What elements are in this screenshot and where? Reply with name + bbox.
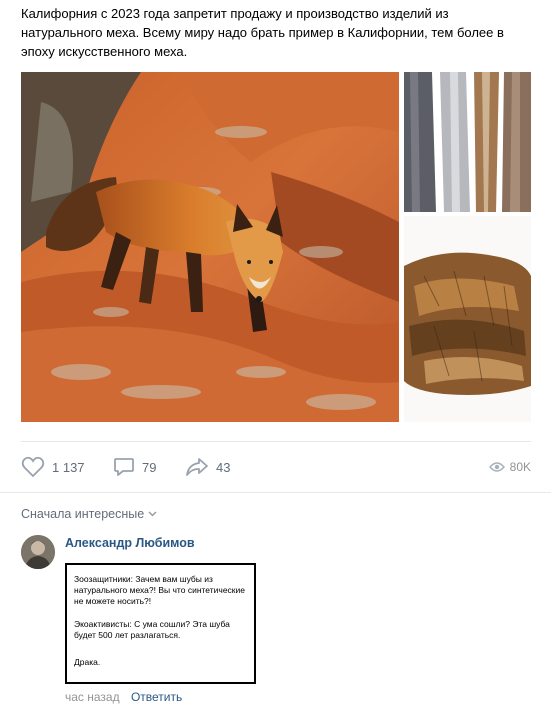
share-arrow-icon (186, 458, 208, 476)
comment-meme-image[interactable]: Зоозащитники: Зачем вам шубы из натураль… (65, 563, 256, 684)
views-counter: 80K (488, 455, 531, 479)
comment-count: 79 (142, 459, 157, 475)
share-count: 43 (216, 459, 231, 475)
comments-sort-dropdown[interactable]: Сначала интересные (21, 507, 157, 521)
like-count: 1 137 (52, 459, 85, 475)
comment-meta: час назад Ответить (65, 690, 182, 704)
post-actions-bar: 1 137 79 43 80K (21, 455, 531, 481)
comment-time[interactable]: час назад (65, 690, 120, 704)
meme-line-2: Экоактивисты: С ума сошли? Эта шуба буде… (74, 619, 230, 640)
comment-button[interactable]: 79 (113, 455, 156, 479)
views-count: 80K (509, 460, 531, 474)
like-button[interactable]: 1 137 (21, 455, 85, 479)
chevron-down-icon (148, 511, 157, 517)
fox-photo[interactable] (21, 72, 399, 422)
comments-divider (0, 492, 551, 493)
post-text: Калифорния с 2023 года запретит продажу … (21, 6, 504, 59)
sort-label: Сначала интересные (21, 507, 145, 521)
eye-icon (488, 462, 505, 472)
reply-button[interactable]: Ответить (131, 690, 182, 704)
heart-icon (21, 456, 45, 478)
fur-closeup-photo[interactable] (404, 216, 531, 422)
post-divider (21, 441, 531, 442)
comment-author[interactable]: Александр Любимов (65, 536, 195, 550)
meme-line-3: Драка. (74, 657, 101, 667)
fur-coats-photo[interactable] (404, 72, 531, 212)
speech-bubble-icon (114, 458, 134, 476)
meme-line-1: Зоозащитники: Зачем вам шубы из натураль… (74, 574, 245, 606)
avatar[interactable] (21, 535, 55, 569)
share-button[interactable]: 43 (185, 455, 230, 479)
